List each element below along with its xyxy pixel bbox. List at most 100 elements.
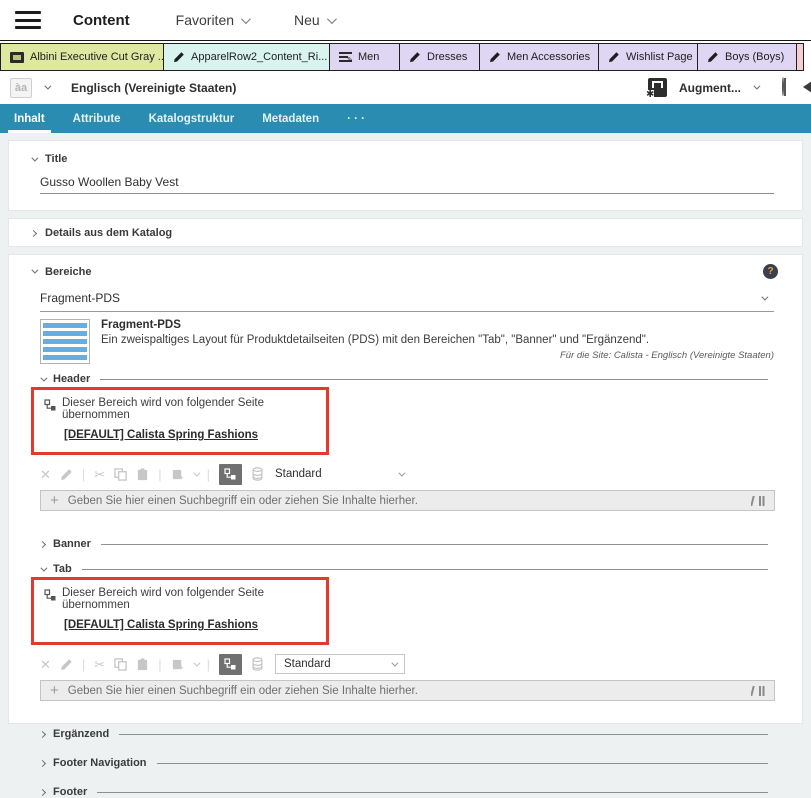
paste-insert-icon[interactable]: +	[171, 468, 184, 481]
content-tab-strip: Albini Executive Cut Gray ... ApparelRow…	[0, 40, 811, 71]
annotation-box-header: Dieser Bereich wird von folgender Seite …	[31, 387, 329, 455]
cut-icon[interactable]: ✂	[94, 658, 105, 671]
tab-label: Katalogstruktur	[149, 113, 235, 125]
tab-inhalt[interactable]: Inhalt	[14, 113, 45, 133]
tab-label: · · ·	[347, 113, 365, 125]
content-tab-label: Albini Executive Cut Gray ...	[30, 51, 164, 63]
inherit-notice-text: Dieser Bereich wird von folgender Seite …	[62, 587, 318, 611]
open-library-icon[interactable]	[751, 495, 765, 507]
svg-text:+: +	[179, 473, 183, 481]
layout-variant-dropdown[interactable]: Standard	[275, 654, 405, 674]
paste-icon[interactable]	[136, 658, 149, 671]
svg-text:+: +	[179, 663, 183, 671]
edit-pencil-icon[interactable]	[60, 658, 73, 671]
pencil-icon	[707, 51, 719, 63]
tab-toolbar: ✕ | ✂ | + | Standard	[40, 652, 780, 676]
chevron-down-icon[interactable]	[193, 469, 200, 476]
chevron-down-icon[interactable]	[44, 83, 51, 90]
chevron-down-icon	[398, 469, 405, 476]
collapse-icon	[40, 564, 47, 571]
section-header-banner[interactable]: Banner	[31, 538, 780, 550]
divider	[119, 734, 768, 735]
tab-search-drop-field[interactable]: + Geben Sie hier einen Suchbegriff ein o…	[40, 680, 775, 701]
layout-variant-value: Standard	[275, 468, 322, 480]
form-tab-bar: Inhalt Attribute Katalogstruktur Metadat…	[0, 104, 811, 133]
content-tab-men-accessories[interactable]: Men Accessories	[479, 43, 599, 71]
toolbar-separator: |	[158, 467, 161, 482]
locale-bar: àa Englisch (Vereinigte Staaten) ✱ Augme…	[0, 71, 811, 104]
lightbulb-icon[interactable]	[782, 78, 797, 98]
expand-icon	[39, 788, 46, 795]
remove-icon[interactable]: ✕	[40, 468, 51, 481]
section-header-header[interactable]: Header	[31, 373, 780, 385]
remove-icon[interactable]: ✕	[40, 658, 51, 671]
cut-icon[interactable]: ✂	[94, 468, 105, 481]
bereiche-section-header[interactable]: Bereiche ?	[31, 264, 780, 279]
chevron-down-icon[interactable]	[193, 659, 200, 666]
content-tab-boys[interactable]: Boys (Boys)	[697, 43, 797, 71]
edit-pencil-icon[interactable]	[60, 468, 73, 481]
picture-icon	[10, 52, 24, 63]
title-panel: Title Gusso Woollen Baby Vest	[8, 140, 803, 211]
layout-variant-dropdown[interactable]: Standard	[275, 468, 403, 480]
tab-label: Inhalt	[14, 113, 45, 125]
section-label: Header	[53, 373, 90, 385]
content-tab-label: Boys (Boys)	[725, 51, 784, 63]
translate-icon[interactable]: àa	[10, 78, 32, 98]
content-tab-apparelrow2[interactable]: ApparelRow2_Content_Ri...	[163, 43, 330, 71]
tab-attribute[interactable]: Attribute	[73, 113, 121, 133]
toolbar-separator: |	[207, 657, 210, 672]
section-header-footer[interactable]: Footer	[31, 786, 780, 798]
layout-dropdown[interactable]: Fragment-PDS	[40, 291, 774, 312]
bereiche-panel: Bereiche ? Fragment-PDS Fragment-PDS Ein…	[8, 254, 803, 724]
tab-overflow-ellipsis[interactable]: · · ·	[347, 113, 365, 133]
search-placeholder: Geben Sie hier einen Suchbegriff ein ode…	[68, 685, 418, 697]
pencil-icon	[409, 51, 421, 63]
toolbar-separator: |	[82, 467, 85, 482]
add-icon: +	[50, 492, 59, 509]
section-label: Bereiche	[45, 266, 91, 278]
pencil-icon	[608, 51, 620, 63]
header-search-drop-field[interactable]: + Geben Sie hier einen Suchbegriff ein o…	[40, 490, 775, 511]
title-input[interactable]: Gusso Woollen Baby Vest	[40, 175, 774, 194]
content-tab-men[interactable]: ✎ Men	[329, 43, 400, 71]
copy-icon[interactable]	[114, 658, 127, 671]
content-tab-partial[interactable]	[796, 43, 804, 71]
inherit-source-link[interactable]: [DEFAULT] Calista Spring Fashions	[64, 619, 258, 631]
search-placeholder: Geben Sie hier einen Suchbegriff ein ode…	[68, 495, 418, 507]
language-label: Englisch (Vereinigte Staaten)	[71, 81, 236, 95]
favorites-menu[interactable]: Favoriten	[176, 12, 248, 28]
section-header-footer-navigation[interactable]: Footer Navigation	[31, 757, 780, 769]
chevron-down-icon	[327, 14, 337, 24]
open-library-icon[interactable]	[751, 685, 765, 697]
inherit-toggle-button[interactable]	[219, 464, 242, 485]
content-tab-dresses[interactable]: Dresses	[399, 43, 480, 71]
toolbar-separator: |	[82, 657, 85, 672]
chevron-down-icon[interactable]	[753, 83, 760, 90]
help-icon[interactable]: ?	[763, 264, 778, 279]
title-section-header[interactable]: Title	[31, 153, 780, 165]
inherit-source-link[interactable]: [DEFAULT] Calista Spring Fashions	[64, 429, 258, 441]
hamburger-menu-icon[interactable]	[15, 11, 41, 29]
copy-icon[interactable]	[114, 468, 127, 481]
section-label: Footer	[53, 786, 87, 798]
paste-insert-icon[interactable]: +	[171, 658, 184, 671]
divider	[82, 569, 768, 570]
category-icon: ✎	[339, 52, 352, 63]
catalog-section-header[interactable]: Details aus dem Katalog	[31, 227, 780, 239]
section-label: Details aus dem Katalog	[45, 227, 172, 239]
section-header-tab[interactable]: Tab	[31, 563, 780, 575]
inherit-toggle-button[interactable]	[219, 654, 242, 675]
content-tab-albini[interactable]: Albini Executive Cut Gray ...	[0, 43, 164, 71]
paste-icon[interactable]	[136, 468, 149, 481]
new-menu[interactable]: Neu	[294, 12, 334, 28]
favorites-menu-label: Favoriten	[176, 12, 234, 28]
inherit-notice-text: Dieser Bereich wird von folgender Seite …	[62, 397, 318, 421]
content-tab-wishlist-page[interactable]: Wishlist Page	[598, 43, 698, 71]
collapse-icon	[31, 267, 38, 274]
tab-metadaten[interactable]: Metadaten	[262, 113, 319, 133]
add-icon: +	[50, 682, 59, 699]
section-label: Footer Navigation	[53, 757, 147, 769]
content-tab-label: Dresses	[427, 51, 467, 63]
tab-katalogstruktur[interactable]: Katalogstruktur	[149, 113, 235, 133]
